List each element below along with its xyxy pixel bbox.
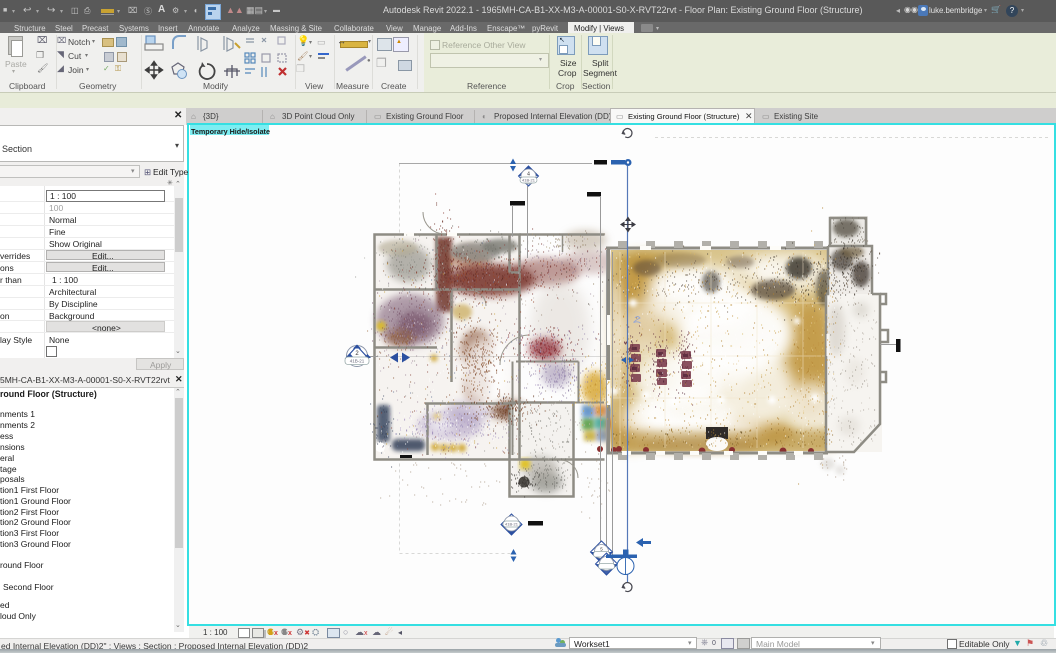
svg-text:41B-21: 41B-21 bbox=[522, 178, 536, 183]
svg-text:4: 4 bbox=[527, 172, 530, 178]
svg-text:41B-21: 41B-21 bbox=[350, 359, 365, 364]
svg-text:41B-21: 41B-21 bbox=[505, 522, 519, 527]
